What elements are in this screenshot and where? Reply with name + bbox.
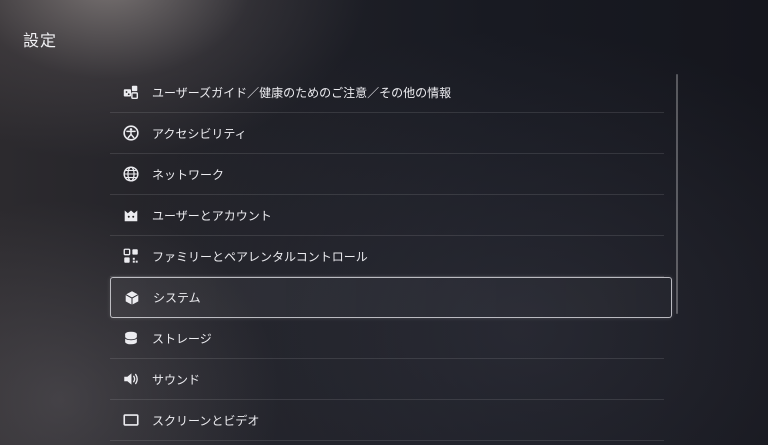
menu-item-label: ネットワーク	[152, 167, 225, 182]
menu-item-user-guide[interactable]: ユーザーズガイド／健康のためのご注意／その他の情報	[110, 72, 664, 113]
user-guide-icon	[121, 82, 141, 102]
family-icon	[121, 246, 141, 266]
storage-icon	[121, 328, 141, 348]
speaker-icon	[121, 369, 141, 389]
menu-item-system[interactable]: システム	[110, 277, 672, 318]
menu-item-label: ファミリーとペアレンタルコントロール	[152, 249, 368, 264]
menu-item-label: ストレージ	[152, 331, 212, 346]
menu-item-label: ユーザーズガイド／健康のためのご注意／その他の情報	[152, 85, 452, 100]
menu-item-users-accounts[interactable]: ユーザーとアカウント	[110, 195, 664, 236]
menu-item-label: スクリーンとビデオ	[152, 413, 260, 428]
menu-item-sound[interactable]: サウンド	[110, 359, 664, 400]
page-title: 設定	[23, 31, 58, 50]
scrollbar[interactable]	[676, 74, 678, 314]
menu-item-network[interactable]: ネットワーク	[110, 154, 664, 195]
settings-menu: ユーザーズガイド／健康のためのご注意／その他の情報 アクセシビリティ ネットワー…	[110, 72, 672, 441]
screen-icon	[121, 410, 141, 430]
globe-icon	[121, 164, 141, 184]
menu-item-accessibility[interactable]: アクセシビリティ	[110, 113, 664, 154]
menu-item-storage[interactable]: ストレージ	[110, 318, 664, 359]
menu-item-label: システム	[153, 291, 201, 305]
user-face-icon	[121, 205, 141, 225]
accessibility-icon	[121, 123, 141, 143]
menu-item-label: アクセシビリティ	[152, 126, 247, 141]
menu-item-family-parental[interactable]: ファミリーとペアレンタルコントロール	[110, 236, 664, 277]
menu-item-label: ユーザーとアカウント	[152, 208, 272, 223]
menu-item-label: サウンド	[152, 372, 201, 387]
menu-item-screen-video[interactable]: スクリーンとビデオ	[110, 400, 664, 441]
cube-icon	[122, 288, 142, 308]
